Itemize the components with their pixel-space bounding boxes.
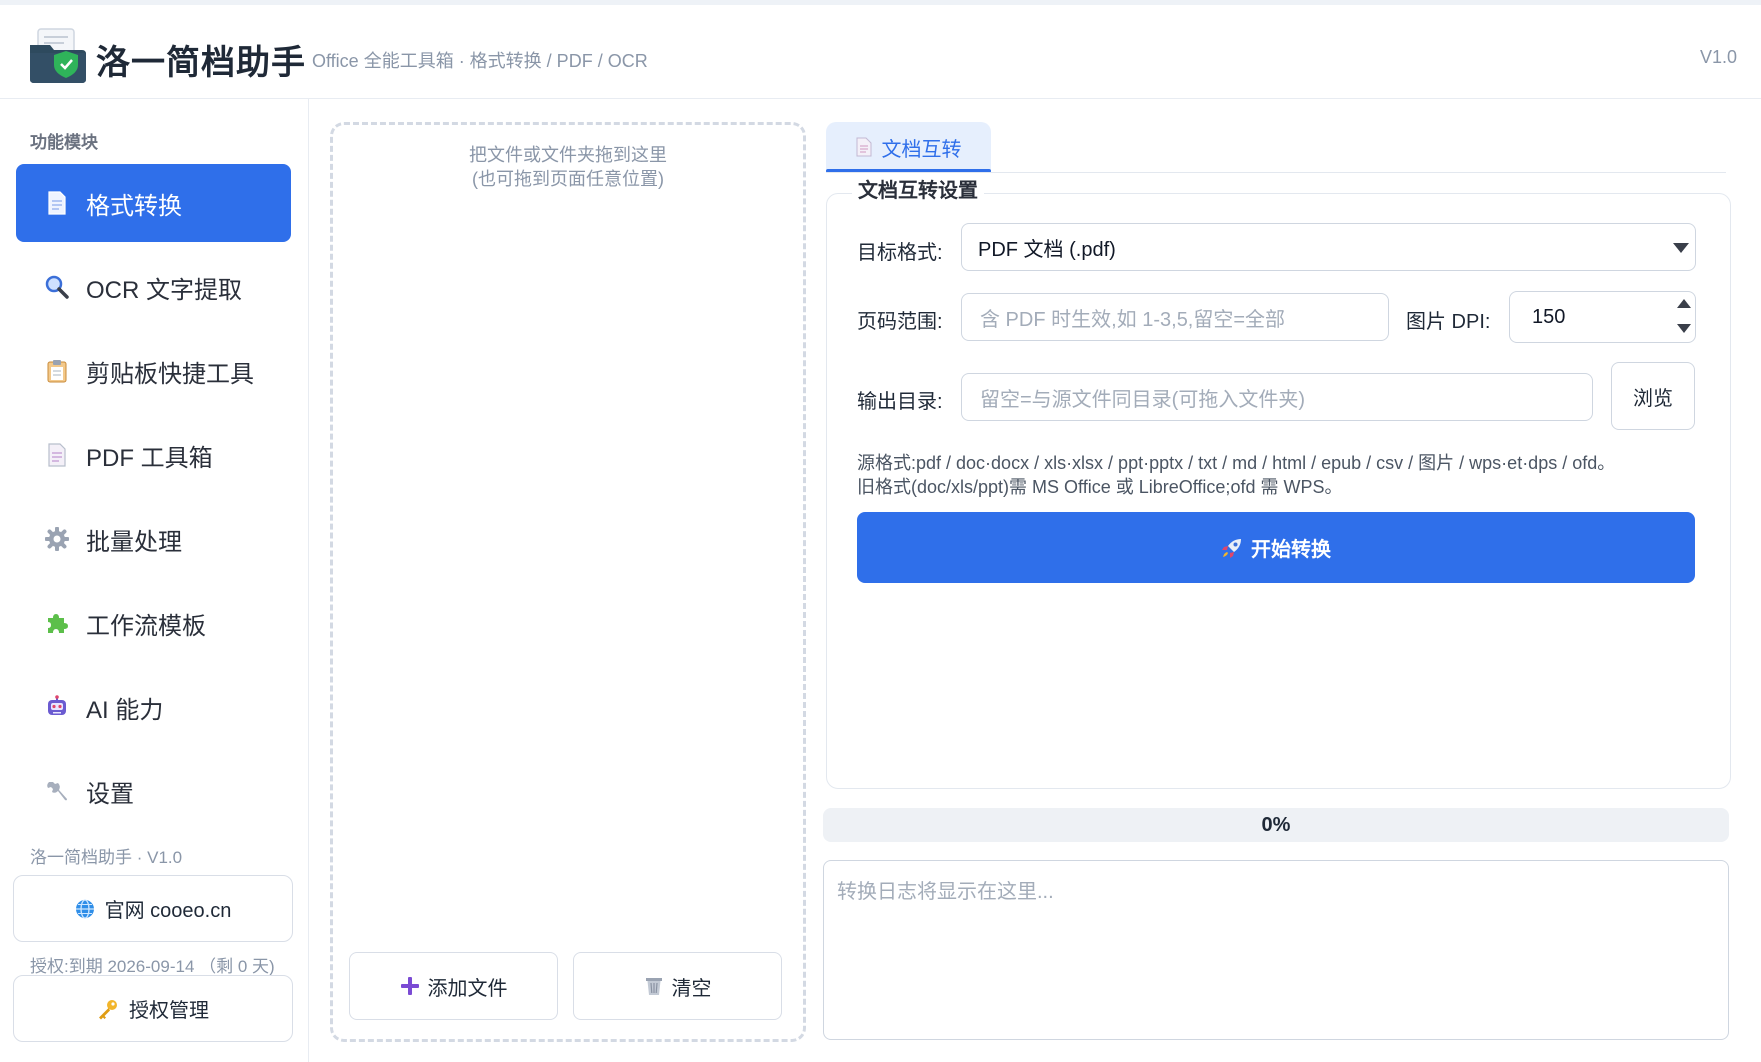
sidebar-item-label: 批量处理 xyxy=(86,528,182,556)
license-management-label: 授权管理 xyxy=(129,1000,209,1022)
browse-button[interactable]: 浏览 xyxy=(1611,362,1695,430)
sidebar-item-label: 剪贴板快捷工具 xyxy=(86,360,254,388)
output-dir-placeholder: 留空=与源文件同目录(可拖入文件夹) xyxy=(980,388,1305,411)
sidebar-item-label: OCR 文字提取 xyxy=(86,276,242,304)
gear-icon xyxy=(42,524,72,554)
sidebar-footer-text: 洛一简档助手 · V1.0 xyxy=(30,848,183,867)
conversion-log[interactable]: 转换日志将显示在这里... xyxy=(823,860,1729,1040)
pdf-document-icon xyxy=(42,440,72,470)
app-header: 洛一简档助手 Office 全能工具箱 · 格式转换 / PDF / OCR V… xyxy=(0,5,1761,99)
start-convert-label: 开始转换 xyxy=(1251,539,1331,561)
output-dir-input[interactable]: 留空=与源文件同目录(可拖入文件夹) xyxy=(961,373,1593,421)
puzzle-icon xyxy=(42,608,72,638)
dpi-value: 150 xyxy=(1532,305,1566,328)
chevron-down-icon xyxy=(1673,243,1689,253)
sidebar-section-title: 功能模块 xyxy=(30,133,98,152)
license-management-button[interactable]: 授权管理 xyxy=(13,975,293,1042)
sidebar-item-label: 格式转换 xyxy=(86,192,182,220)
sidebar-divider xyxy=(308,99,309,1062)
target-format-select[interactable]: PDF 文档 (.pdf) xyxy=(961,223,1696,271)
sidebar-item-label: 设置 xyxy=(86,780,134,808)
legacy-format-hint: 旧格式(doc/xls/ppt)需 MS Office 或 LibreOffic… xyxy=(857,477,1343,497)
sidebar-item-ocr[interactable]: OCR 文字提取 xyxy=(16,248,291,326)
document-icon xyxy=(42,188,72,218)
clear-label: 清空 xyxy=(671,977,712,1000)
tab-label: 文档互转 xyxy=(881,138,962,161)
log-placeholder: 转换日志将显示在这里... xyxy=(837,881,1054,903)
start-convert-button[interactable]: 开始转换 xyxy=(857,512,1695,583)
version-label: V1.0 xyxy=(1699,47,1737,67)
sidebar-item-label: AI 能力 xyxy=(86,696,164,724)
app-logo-icon xyxy=(28,27,88,85)
app-subtitle: Office 全能工具箱 · 格式转换 / PDF / OCR xyxy=(312,51,648,71)
website-button[interactable]: 官网 cooeo.cn xyxy=(13,875,293,942)
wrench-icon xyxy=(42,776,72,806)
sidebar-item-settings[interactable]: 设置 xyxy=(16,752,291,830)
page-range-placeholder: 含 PDF 时生效,如 1-3,5,留空=全部 xyxy=(980,308,1286,331)
key-icon xyxy=(97,998,119,1020)
sidebar-item-format-convert[interactable]: 格式转换 xyxy=(16,164,291,242)
sidebar-item-pdf-toolbox[interactable]: PDF 工具箱 xyxy=(16,416,291,494)
target-format-label: 目标格式: xyxy=(857,242,943,264)
website-button-label: 官网 cooeo.cn xyxy=(104,900,232,922)
dpi-label: 图片 DPI: xyxy=(1406,311,1491,333)
sidebar-item-batch[interactable]: 批量处理 xyxy=(16,500,291,578)
drop-hint-line1: 把文件或文件夹拖到这里 xyxy=(469,145,667,165)
plus-icon xyxy=(400,976,420,996)
add-file-label: 添加文件 xyxy=(427,977,508,1000)
globe-icon xyxy=(75,898,95,919)
rocket-icon xyxy=(1221,537,1243,559)
spin-up-icon[interactable] xyxy=(1677,299,1691,308)
output-dir-label: 输出目录: xyxy=(857,391,943,413)
license-status-text: 授权:到期 2026-09-14 （剩 0 天) xyxy=(30,957,275,976)
sidebar-item-label: PDF 工具箱 xyxy=(86,444,213,472)
sidebar-item-ai[interactable]: AI 能力 xyxy=(16,668,291,746)
page-range-input[interactable]: 含 PDF 时生效,如 1-3,5,留空=全部 xyxy=(961,293,1389,341)
source-format-hint: 源格式:pdf / doc·docx / xls·xlsx / ppt·pptx… xyxy=(857,453,1616,473)
drop-zone-hint: 把文件或文件夹拖到这里 (也可拖到页面任意位置) xyxy=(330,143,806,191)
drop-hint-line2: (也可拖到页面任意位置) xyxy=(472,169,664,189)
dpi-spinbox[interactable]: 150 xyxy=(1509,291,1696,343)
app-title: 洛一简档助手 xyxy=(96,44,306,82)
sidebar-item-label: 工作流模板 xyxy=(86,612,206,640)
clear-button[interactable]: 清空 xyxy=(573,952,782,1020)
target-format-value: PDF 文档 (.pdf) xyxy=(978,238,1116,261)
sidebar-item-workflow[interactable]: 工作流模板 xyxy=(16,584,291,662)
progress-bar: 0% xyxy=(823,808,1729,842)
sidebar-item-clipboard[interactable]: 剪贴板快捷工具 xyxy=(16,332,291,410)
tab-baseline xyxy=(826,172,1726,173)
trash-icon xyxy=(644,976,664,996)
magnifier-icon xyxy=(42,272,72,302)
page-range-label: 页码范围: xyxy=(857,311,943,333)
clipboard-icon xyxy=(42,356,72,386)
file-drop-zone[interactable] xyxy=(330,122,806,1042)
tab-document-convert[interactable]: 文档互转 xyxy=(826,122,991,172)
settings-group-title: 文档互转设置 xyxy=(852,174,984,203)
document-icon xyxy=(856,137,872,157)
add-file-button[interactable]: 添加文件 xyxy=(349,952,558,1020)
progress-label: 0% xyxy=(1261,813,1291,836)
robot-icon xyxy=(42,692,72,722)
spin-down-icon[interactable] xyxy=(1677,324,1691,333)
